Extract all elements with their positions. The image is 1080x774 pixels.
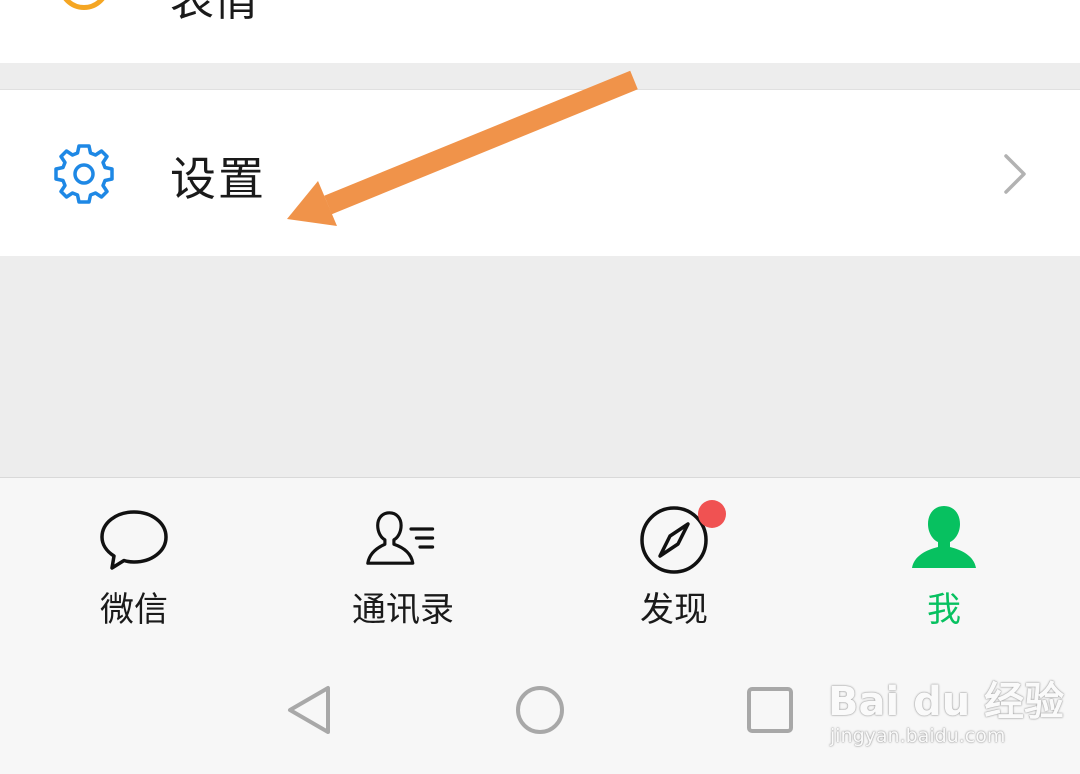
tab-wechat[interactable]: 微信 xyxy=(0,478,270,643)
tab-discover[interactable]: 发现 xyxy=(540,478,810,643)
tab-wechat-label: 微信 xyxy=(100,590,168,630)
empty-background xyxy=(0,256,1080,477)
emoji-row[interactable]: 表情 xyxy=(0,0,1080,63)
recent-apps-icon[interactable] xyxy=(744,684,796,736)
tab-contacts-label: 通讯录 xyxy=(352,590,454,630)
emoji-icon xyxy=(58,0,110,10)
chevron-right-icon xyxy=(1004,154,1026,194)
person-icon xyxy=(912,506,976,568)
wechat-me-screen: 表情 设置 微信 通讯录 发现 我 Bai du 经验 jingyan.baid… xyxy=(0,0,1080,774)
settings-row[interactable]: 设置 xyxy=(0,90,1080,256)
tab-me-label: 我 xyxy=(927,590,961,630)
notification-badge xyxy=(698,500,726,528)
home-icon[interactable] xyxy=(514,684,566,736)
tab-contacts[interactable]: 通讯录 xyxy=(270,478,540,643)
gear-icon xyxy=(54,144,114,204)
section-divider xyxy=(0,63,1080,90)
settings-label: 设置 xyxy=(170,152,266,206)
bottom-tab-bar: 微信 通讯录 发现 我 xyxy=(0,477,1080,643)
system-navigation-bar xyxy=(0,642,1080,774)
back-icon[interactable] xyxy=(284,684,336,736)
contacts-icon xyxy=(366,511,435,565)
emoji-row-label: 表情 xyxy=(170,0,258,26)
tab-discover-label: 发现 xyxy=(640,590,708,630)
chat-bubble-icon xyxy=(100,510,168,570)
tab-me[interactable]: 我 xyxy=(810,478,1080,643)
